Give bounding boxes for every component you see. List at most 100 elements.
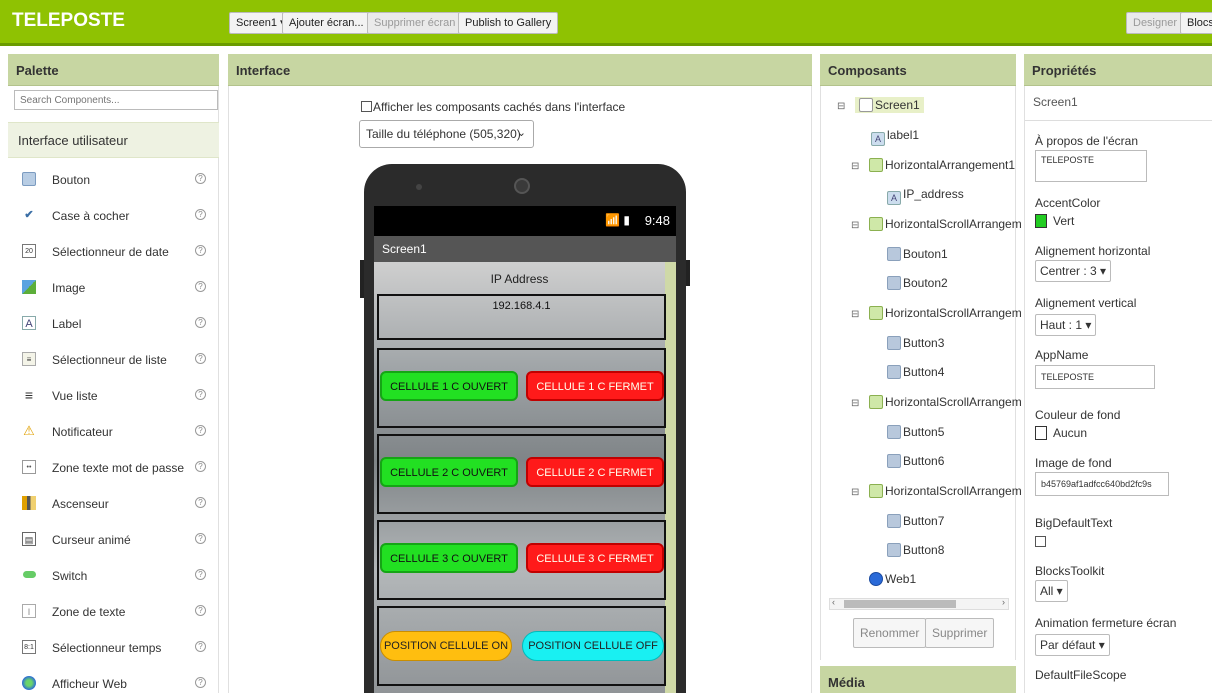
row-cellule-2[interactable]: CELLULE 2 C OUVERT CELLULE 2 C FERMET bbox=[377, 434, 666, 514]
remove-screen-button[interactable]: Supprimer écran bbox=[367, 12, 463, 34]
scrollbar-thumb[interactable] bbox=[844, 600, 956, 608]
row-cellule-3[interactable]: CELLULE 3 C OUVERT CELLULE 3 C FERMET bbox=[377, 520, 666, 600]
tree-item-button4[interactable]: Button4 bbox=[887, 365, 944, 385]
help-icon[interactable]: ? bbox=[195, 281, 206, 292]
app-name-field[interactable]: TELEPOSTE bbox=[1035, 365, 1155, 389]
help-icon[interactable]: ? bbox=[195, 209, 206, 220]
palette-item-listpicker[interactable]: ≡ Sélectionneur de liste ? bbox=[8, 342, 219, 378]
help-icon[interactable]: ? bbox=[195, 533, 206, 544]
palette-item-image[interactable]: Image ? bbox=[8, 270, 219, 306]
tree-item-button6[interactable]: Button6 bbox=[887, 454, 944, 474]
collapse-icon[interactable]: ⊟ bbox=[851, 220, 861, 231]
blocks-toolkit-select[interactable]: All ▾ bbox=[1035, 580, 1068, 602]
palette-item-checkbox[interactable]: ✔ Case à cocher ? bbox=[8, 198, 219, 234]
phone-side-button bbox=[360, 260, 364, 298]
palette-item-listview[interactable]: ≡ Vue liste ? bbox=[8, 378, 219, 414]
help-icon[interactable]: ? bbox=[195, 353, 206, 364]
hidden-components-checkbox[interactable] bbox=[361, 101, 372, 112]
collapse-icon[interactable]: ⊟ bbox=[851, 161, 861, 172]
palette-item-label[interactable]: A Label ? bbox=[8, 306, 219, 342]
components-horizontal-scrollbar[interactable]: ‹ › bbox=[829, 597, 1009, 610]
tree-label: label1 bbox=[887, 128, 920, 142]
help-icon[interactable]: ? bbox=[195, 497, 206, 508]
position-off-button[interactable]: POSITION CELLULE OFF bbox=[522, 631, 664, 661]
about-screen-field[interactable]: TELEPOSTE bbox=[1035, 150, 1147, 182]
hidden-components-toggle[interactable]: Afficher les composants cachés dans l'in… bbox=[361, 100, 625, 114]
vertical-align-select[interactable]: Haut : 1 ▾ bbox=[1035, 314, 1097, 336]
rename-button[interactable]: Renommer bbox=[853, 618, 927, 648]
cellule-1-open-button[interactable]: CELLULE 1 C OUVERT bbox=[380, 371, 518, 401]
cellule-2-closed-button[interactable]: CELLULE 2 C FERMET bbox=[526, 457, 664, 487]
tree-item-bouton1[interactable]: Bouton1 bbox=[887, 247, 948, 267]
position-on-button[interactable]: POSITION CELLULE ON bbox=[380, 631, 512, 661]
palette-item-slider[interactable]: Ascenseur ? bbox=[8, 486, 219, 522]
help-icon[interactable]: ? bbox=[195, 641, 206, 652]
palette-item-webviewer[interactable]: Afficheur Web ? bbox=[8, 666, 219, 693]
palette-item-timepicker[interactable]: 8:1 Sélectionneur temps ? bbox=[8, 630, 219, 666]
tree-item-button8[interactable]: Button8 bbox=[887, 543, 944, 563]
tree-item-hsa3[interactable]: ⊟ HorizontalScrollArrangem bbox=[851, 395, 1022, 415]
palette-item-label: Notificateur bbox=[52, 425, 113, 439]
palette-section-header[interactable]: Interface utilisateur bbox=[8, 122, 219, 158]
phone-size-select[interactable]: Taille du téléphone (505,320) ⌄ bbox=[359, 120, 534, 148]
palette-item-switch[interactable]: Switch ? bbox=[8, 558, 219, 594]
chevron-left-icon[interactable]: ‹ bbox=[832, 597, 835, 607]
collapse-icon[interactable]: ⊟ bbox=[837, 101, 847, 112]
horizontal-align-select[interactable]: Centrer : 3 ▾ bbox=[1035, 260, 1112, 282]
collapse-icon[interactable]: ⊟ bbox=[851, 309, 861, 320]
cellule-3-open-button[interactable]: CELLULE 3 C OUVERT bbox=[380, 543, 518, 573]
publish-gallery-button[interactable]: Publish to Gallery bbox=[458, 12, 559, 34]
tree-item-ha1[interactable]: ⊟ HorizontalArrangement1 bbox=[851, 158, 1015, 178]
row-position[interactable]: POSITION CELLULE ON POSITION CELLULE OFF bbox=[377, 606, 666, 686]
palette-item-spinner[interactable]: ▤ Curseur animé ? bbox=[8, 522, 219, 558]
tree-item-web1[interactable]: Web1 bbox=[869, 572, 916, 592]
designer-button[interactable]: Designer bbox=[1126, 12, 1185, 34]
ip-arrangement[interactable]: 192.168.4.1 bbox=[377, 294, 666, 340]
tree-item-ip-address[interactable]: A IP_address bbox=[887, 187, 964, 207]
collapse-icon[interactable]: ⊟ bbox=[851, 398, 861, 409]
palette-item-bouton[interactable]: Bouton ? bbox=[8, 162, 219, 198]
tree-label: Button8 bbox=[903, 543, 945, 557]
tree-item-button7[interactable]: Button7 bbox=[887, 514, 944, 534]
tree-item-hsa2[interactable]: ⊟ HorizontalScrollArrangem bbox=[851, 306, 1022, 326]
accent-color-picker[interactable]: Vert bbox=[1035, 214, 1074, 228]
palette-item-label: Ascenseur bbox=[52, 497, 109, 511]
cellule-2-open-button[interactable]: CELLULE 2 C OUVERT bbox=[380, 457, 518, 487]
close-animation-select[interactable]: Par défaut ▾ bbox=[1035, 634, 1110, 656]
background-image-field[interactable]: b45769af1adfcc640bd2fc9s bbox=[1035, 472, 1169, 496]
big-default-text-checkbox[interactable] bbox=[1035, 536, 1046, 547]
tree-item-bouton2[interactable]: Bouton2 bbox=[887, 276, 948, 296]
textbox-icon: I bbox=[22, 604, 36, 618]
tree-item-button3[interactable]: Button3 bbox=[887, 336, 944, 356]
help-icon[interactable]: ? bbox=[195, 173, 206, 184]
background-color-picker[interactable]: Aucun bbox=[1035, 426, 1087, 440]
palette-item-textbox[interactable]: I Zone de texte ? bbox=[8, 594, 219, 630]
help-icon[interactable]: ? bbox=[195, 245, 206, 256]
cellule-1-closed-button[interactable]: CELLULE 1 C FERMET bbox=[526, 371, 664, 401]
collapse-icon[interactable]: ⊟ bbox=[851, 487, 861, 498]
blocks-button[interactable]: Blocs bbox=[1180, 12, 1212, 34]
help-icon[interactable]: ? bbox=[195, 569, 206, 580]
palette-item-password[interactable]: •• Zone texte mot de passe ? bbox=[8, 450, 219, 486]
tree-item-button5[interactable]: Button5 bbox=[887, 425, 944, 445]
search-components-input[interactable] bbox=[14, 90, 218, 110]
blocks-toolkit-label: BlocksToolkit bbox=[1035, 564, 1105, 578]
chevron-right-icon[interactable]: › bbox=[1002, 597, 1005, 607]
tree-item-hsa4[interactable]: ⊟ HorizontalScrollArrangem bbox=[851, 484, 1022, 504]
help-icon[interactable]: ? bbox=[195, 317, 206, 328]
tree-label: Button6 bbox=[903, 454, 945, 468]
help-icon[interactable]: ? bbox=[195, 425, 206, 436]
help-icon[interactable]: ? bbox=[195, 677, 206, 688]
help-icon[interactable]: ? bbox=[195, 461, 206, 472]
help-icon[interactable]: ? bbox=[195, 389, 206, 400]
add-screen-button[interactable]: Ajouter écran... bbox=[282, 12, 371, 34]
delete-button[interactable]: Supprimer bbox=[925, 618, 995, 648]
help-icon[interactable]: ? bbox=[195, 605, 206, 616]
palette-item-datepicker[interactable]: 20 Sélectionneur de date ? bbox=[8, 234, 219, 270]
row-cellule-1[interactable]: CELLULE 1 C OUVERT CELLULE 1 C FERMET bbox=[377, 348, 666, 428]
cellule-3-closed-button[interactable]: CELLULE 3 C FERMET bbox=[526, 543, 664, 573]
tree-item-label1[interactable]: Alabel1 bbox=[871, 128, 919, 148]
tree-item-hsa1[interactable]: ⊟ HorizontalScrollArrangem bbox=[851, 217, 1022, 237]
tree-item-screen1[interactable]: ⊟ Screen1 bbox=[837, 97, 924, 118]
palette-item-notifier[interactable]: ⚠ Notificateur ? bbox=[8, 414, 219, 450]
